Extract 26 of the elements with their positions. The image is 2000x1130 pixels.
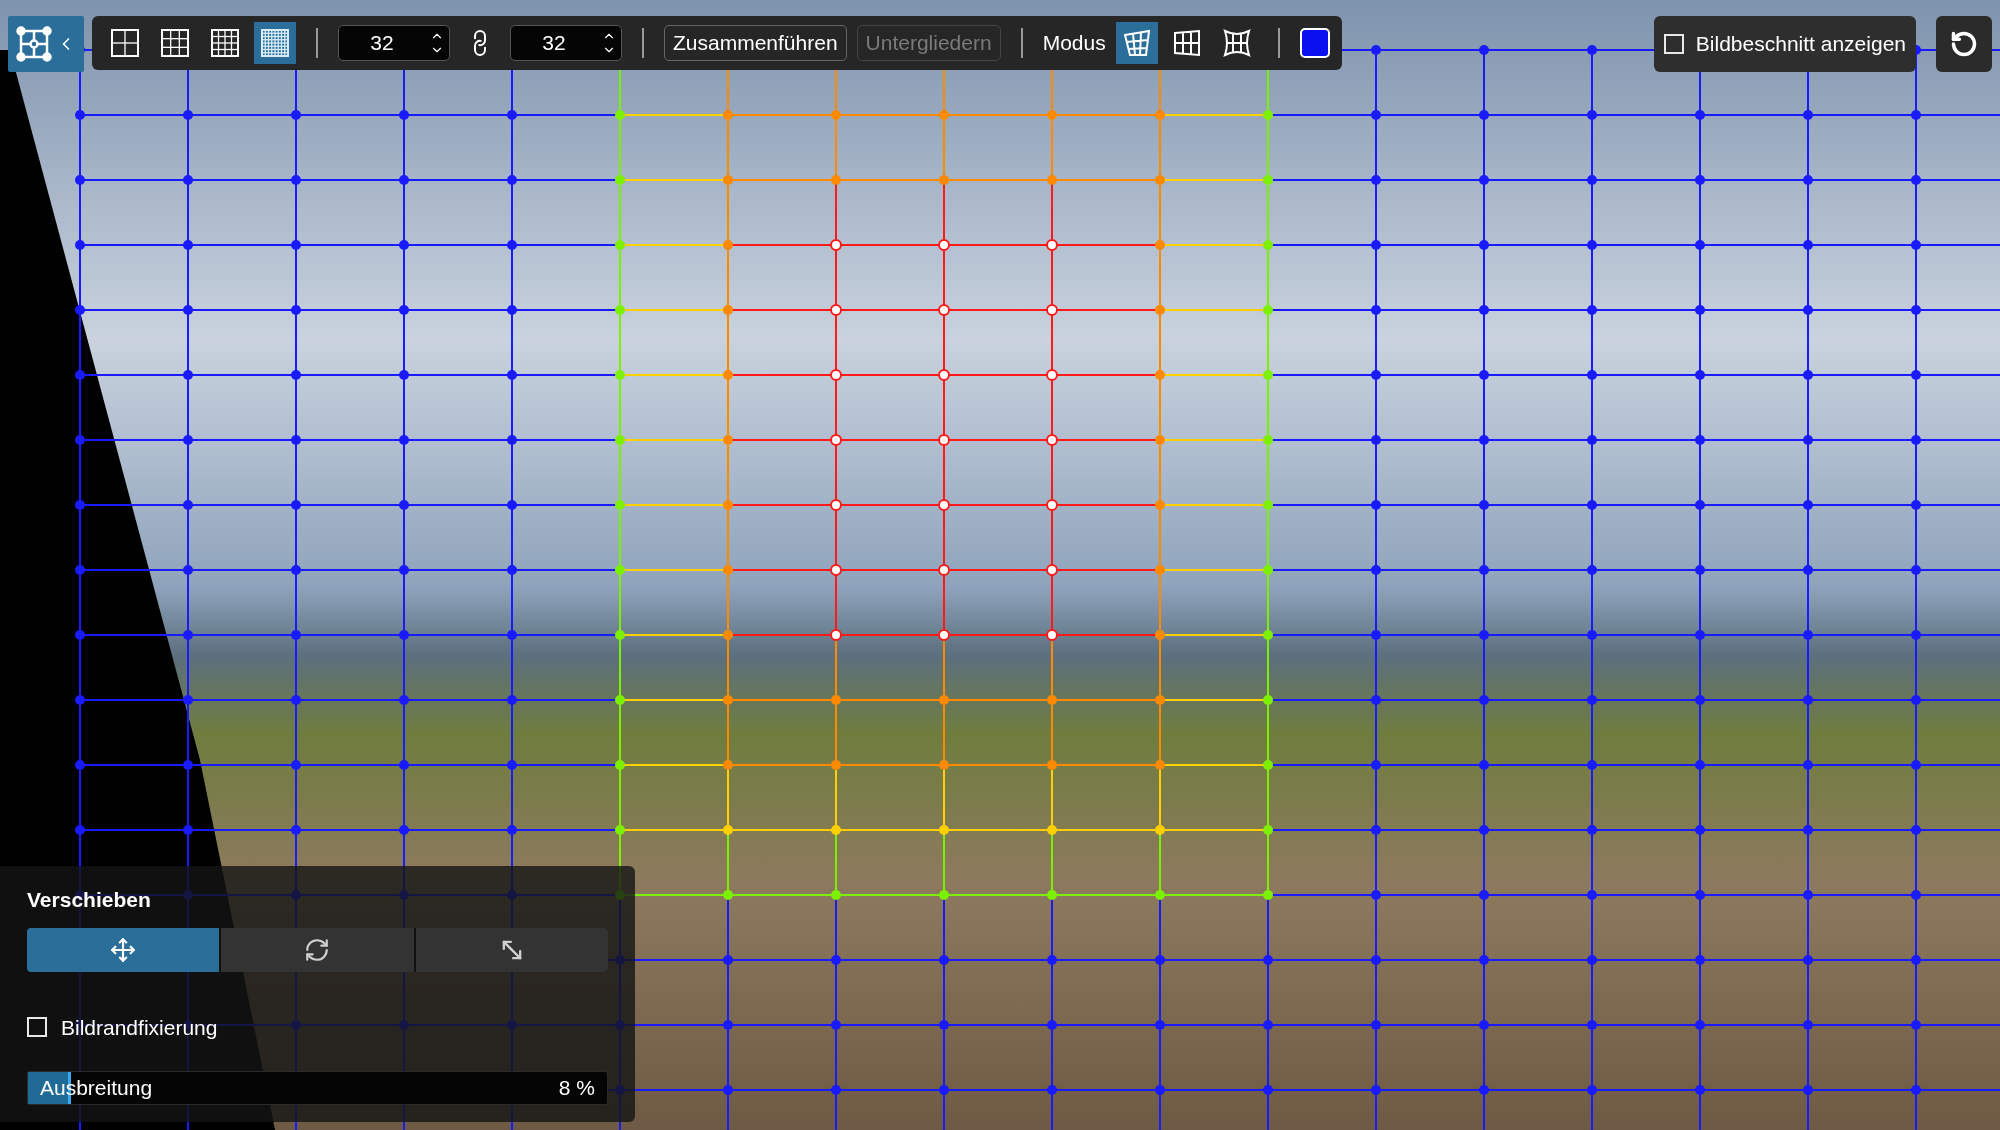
- crop-toggle[interactable]: Bildbeschnitt anzeigen: [1653, 16, 1916, 72]
- mode-label: Modus: [1042, 30, 1106, 57]
- grid-icon: [110, 28, 140, 58]
- checkbox[interactable]: [27, 1017, 47, 1038]
- panel-title: Verschieben: [27, 887, 152, 913]
- rotate-arrows-icon: [304, 936, 331, 963]
- reset-button[interactable]: [1936, 16, 1992, 72]
- grid-icon: [210, 28, 240, 58]
- rows-field[interactable]: 32: [510, 25, 622, 61]
- color-swatch[interactable]: [1299, 28, 1330, 58]
- window-grid-icon: [1171, 28, 1202, 58]
- warp-grid-icon: [1221, 28, 1252, 58]
- mesh-node-icon: [16, 26, 52, 62]
- move-arrows-icon: [110, 936, 137, 963]
- columns-field[interactable]: 32: [338, 25, 450, 61]
- transform-tool-button[interactable]: [221, 927, 414, 972]
- grid-icon: [160, 28, 190, 58]
- mode-button[interactable]: [1115, 22, 1158, 64]
- undo-icon: [1950, 30, 1978, 58]
- perspective-grid-icon: [1121, 28, 1152, 58]
- mesh-tool-button[interactable]: [8, 16, 84, 72]
- checkbox[interactable]: [1663, 34, 1684, 54]
- edge-lock-checkbox-row[interactable]: Bildrandfixierung: [27, 1011, 218, 1043]
- grid-icon: [260, 28, 290, 58]
- toolbar-button[interactable]: Zusammenführen: [664, 25, 847, 61]
- transform-tool-button[interactable]: [27, 927, 220, 972]
